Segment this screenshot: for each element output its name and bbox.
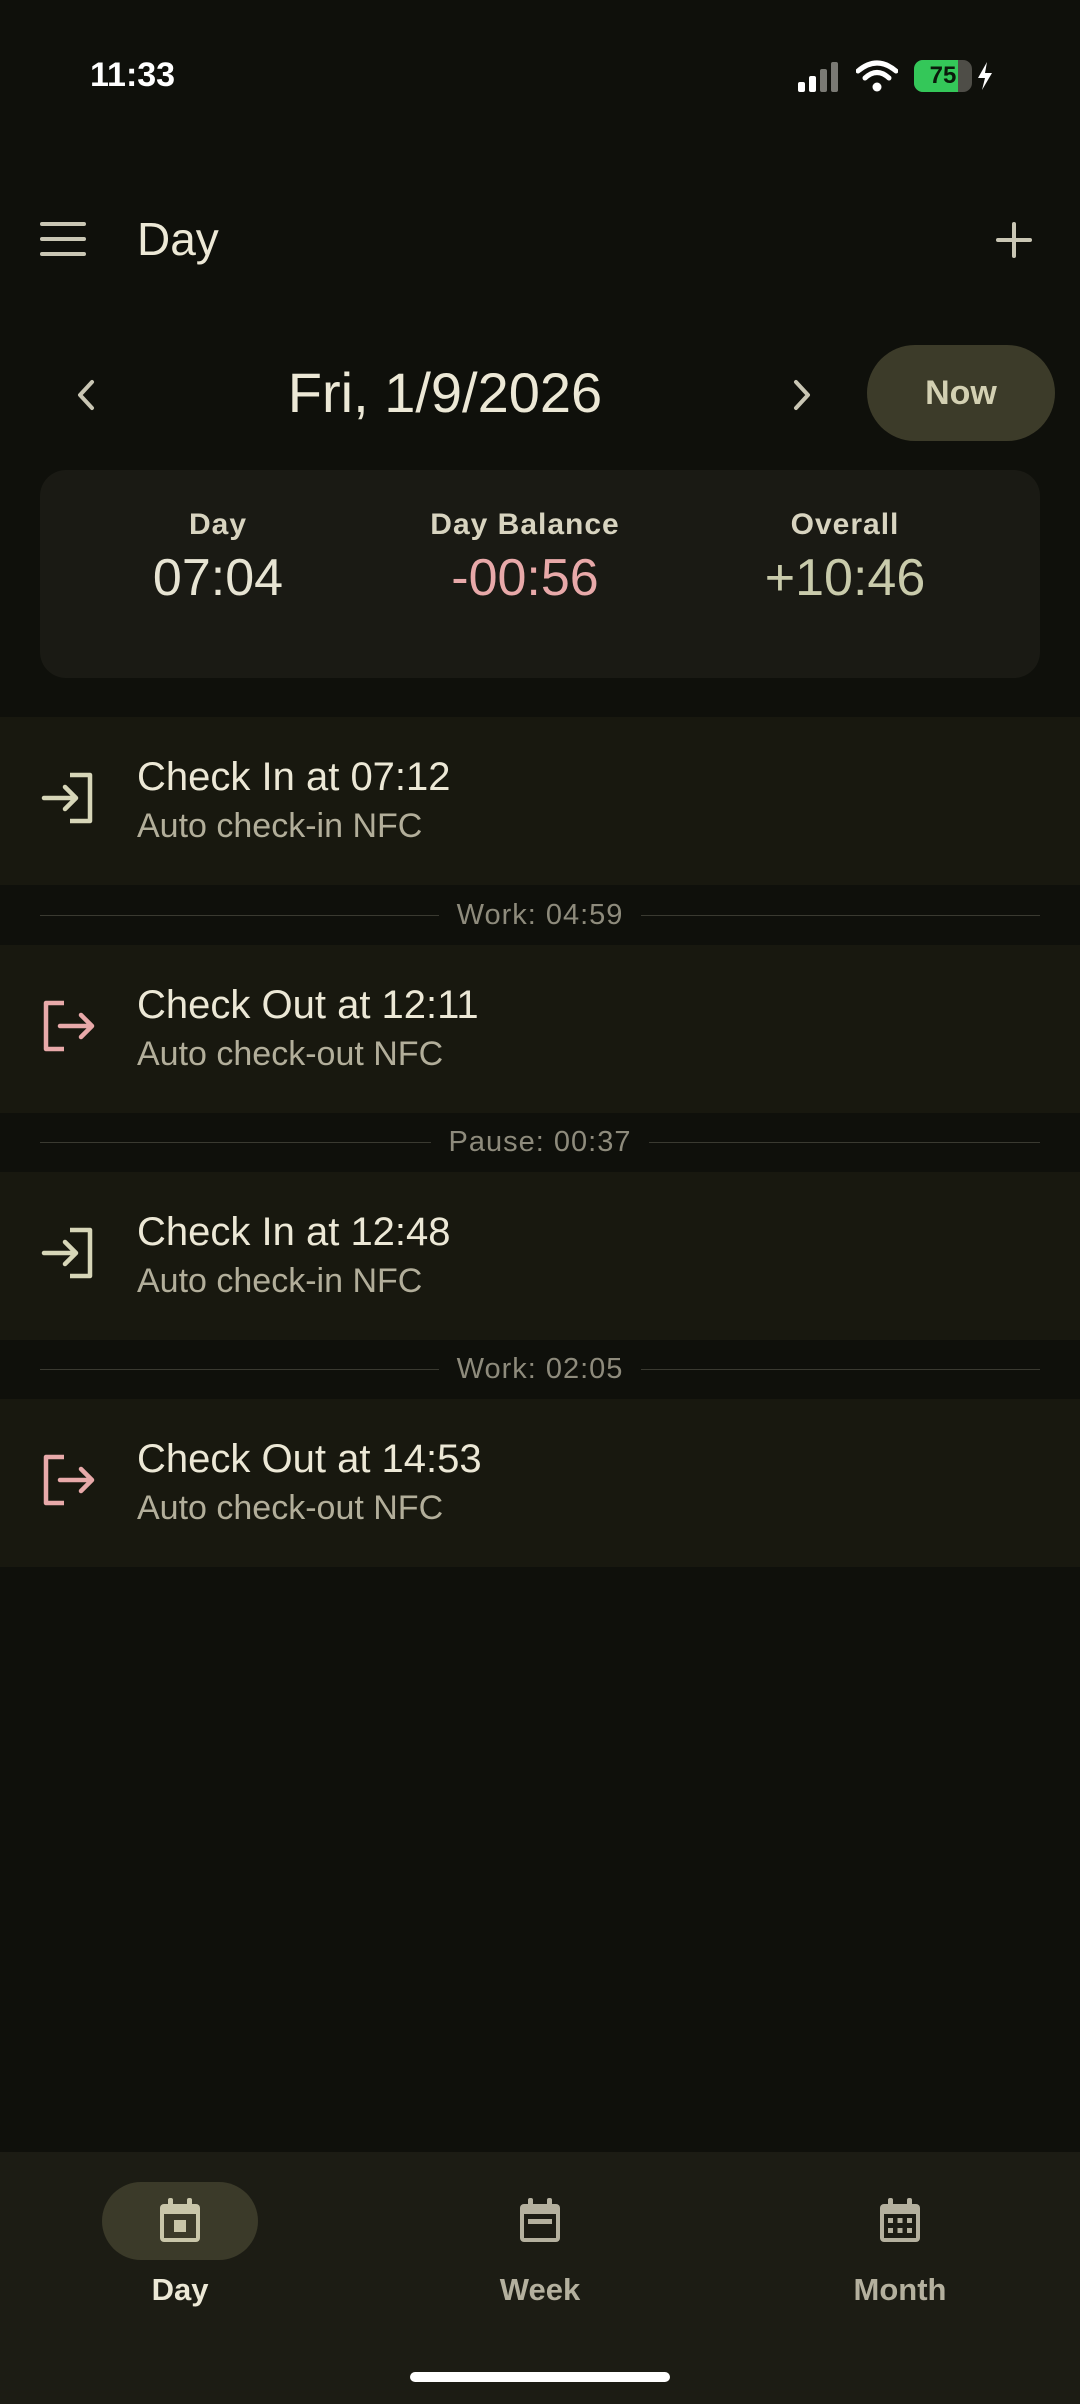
stat-day-balance: Day Balance -00:56 (365, 508, 685, 608)
separator-label: Work: 02:05 (456, 1352, 624, 1385)
entry-title: Check In at 07:12 (137, 755, 451, 799)
duration-separator: Work: 02:05 (40, 1347, 1041, 1391)
logout-icon (43, 1454, 95, 1506)
chevron-left-icon (78, 380, 94, 410)
stat-day-value: 07:04 (152, 549, 284, 607)
tab-month-indicator (822, 2182, 978, 2260)
add-entry-button[interactable] (986, 212, 1042, 268)
status-time: 11:33 (90, 56, 176, 94)
login-icon (41, 772, 93, 824)
separator-line (40, 1141, 431, 1143)
separator-line (649, 1141, 1041, 1143)
battery-indicator: 75 (914, 60, 972, 92)
separator-label: Pause: 00:37 (448, 1125, 632, 1158)
separator-line (641, 914, 1041, 916)
entry-title: Check Out at 12:11 (137, 983, 479, 1027)
entry-row[interactable]: Check In at 07:12 Auto check-in NFC (0, 717, 1080, 885)
entry-subtitle: Auto check-out NFC (137, 1035, 444, 1073)
separator-line (40, 1368, 439, 1370)
home-indicator[interactable] (410, 2372, 670, 2382)
entry-title: Check In at 12:48 (137, 1210, 451, 1254)
stat-overall-value: +10:46 (764, 549, 926, 607)
stat-day-label: Day (188, 508, 248, 541)
entry-title: Check Out at 14:53 (137, 1437, 482, 1481)
current-date[interactable]: Fri, 1/9/2026 (200, 360, 690, 425)
duration-separator: Pause: 00:37 (40, 1120, 1041, 1164)
tab-month[interactable]: Month (780, 2182, 1020, 2308)
now-button[interactable]: Now (867, 345, 1055, 441)
stat-day-balance-value: -00:56 (451, 549, 599, 607)
entry-row[interactable]: Check Out at 14:53 Auto check-out NFC (0, 1399, 1080, 1567)
login-icon (41, 1227, 93, 1279)
tab-week-label: Week (499, 2272, 581, 2307)
cellular-signal-icon (798, 62, 838, 92)
stat-day-balance-label: Day Balance (430, 508, 620, 541)
wifi-icon (856, 60, 898, 92)
plus-icon (996, 222, 1032, 258)
entry-row[interactable]: Check In at 12:48 Auto check-in NFC (0, 1172, 1080, 1340)
tab-day[interactable]: Day (60, 2182, 300, 2308)
previous-day-button[interactable] (62, 370, 112, 420)
entry-subtitle: Auto check-in NFC (137, 807, 423, 845)
status-icons: 75 (796, 60, 994, 92)
calendar-day-icon (160, 2198, 200, 2242)
tab-month-label: Month (853, 2272, 947, 2307)
tab-week[interactable]: Week (420, 2182, 660, 2308)
tab-day-label: Day (151, 2272, 209, 2307)
duration-separator: Work: 04:59 (40, 893, 1041, 937)
entry-row[interactable]: Check Out at 12:11 Auto check-out NFC (0, 945, 1080, 1113)
stat-overall-label: Overall (790, 508, 900, 541)
menu-icon (40, 222, 86, 256)
page-title: Day (137, 213, 219, 265)
bottom-navigation: Day Week Month (0, 2152, 1080, 2404)
tab-day-indicator (102, 2182, 258, 2260)
stat-overall: Overall +10:46 (685, 508, 1005, 608)
battery-percent: 75 (929, 62, 957, 89)
entry-subtitle: Auto check-in NFC (137, 1262, 423, 1300)
calendar-month-icon (880, 2198, 920, 2242)
chevron-right-icon (794, 380, 810, 410)
menu-button[interactable] (38, 218, 90, 260)
calendar-week-icon (520, 2198, 560, 2242)
entry-subtitle: Auto check-out NFC (137, 1489, 444, 1527)
separator-line (40, 914, 439, 916)
tab-week-indicator (462, 2182, 618, 2260)
logout-icon (43, 1000, 95, 1052)
stat-day: Day 07:04 (58, 508, 378, 608)
separator-label: Work: 04:59 (456, 898, 624, 931)
separator-line (641, 1368, 1041, 1370)
charging-bolt-icon (978, 62, 992, 90)
next-day-button[interactable] (776, 370, 826, 420)
